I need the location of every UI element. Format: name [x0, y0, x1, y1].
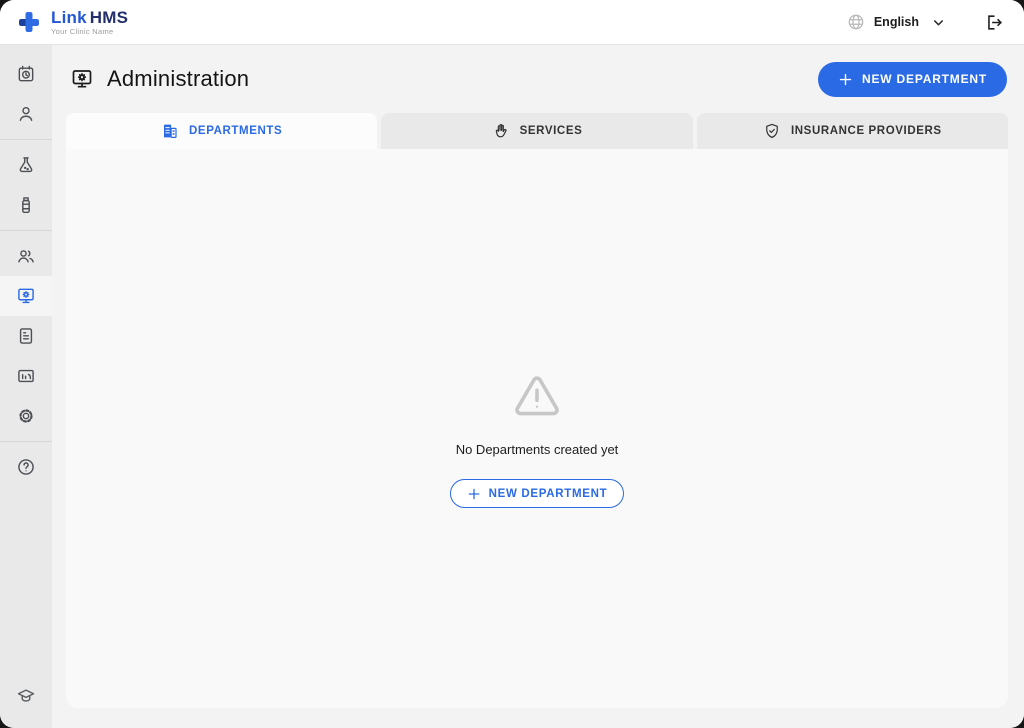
- sidebar-item-pharmacy[interactable]: [0, 185, 52, 225]
- empty-state-message: No Departments created yet: [456, 442, 619, 457]
- sidebar-item-staff[interactable]: [0, 236, 52, 276]
- language-label: English: [874, 15, 919, 29]
- brand-logo: LinkHMS Your Clinic Name: [16, 9, 128, 36]
- sidebar-spacer: [0, 487, 52, 676]
- plus-icon: [838, 72, 853, 87]
- cross-logo-icon: [16, 9, 42, 35]
- departments-icon: [161, 122, 179, 140]
- sidebar-item-appointments[interactable]: [0, 54, 52, 94]
- logout-icon[interactable]: [985, 13, 1004, 32]
- tab-label: DEPARTMENTS: [189, 125, 282, 137]
- brand-tagline: Your Clinic Name: [51, 28, 128, 36]
- tab-insurance-providers[interactable]: INSURANCE PROVIDERS: [697, 113, 1008, 149]
- sidebar-divider: [0, 230, 52, 231]
- patient-icon: [16, 104, 36, 124]
- brand-text: LinkHMS Your Clinic Name: [51, 9, 128, 36]
- tab-departments[interactable]: DEPARTMENTS: [66, 113, 377, 149]
- sidebar-item-laboratory[interactable]: [0, 145, 52, 185]
- billing-document-icon: [16, 326, 36, 346]
- reports-board-icon: [16, 366, 36, 386]
- education-cap-icon: [16, 686, 36, 706]
- shield-check-icon: [763, 122, 781, 140]
- globe-icon: [847, 13, 865, 31]
- sidebar-item-help[interactable]: [0, 447, 52, 487]
- page-header: Administration NEW DEPARTMENT: [52, 45, 1024, 113]
- page-title: Administration: [107, 66, 249, 92]
- brand-name-secondary: HMS: [90, 8, 128, 27]
- topbar: LinkHMS Your Clinic Name English: [0, 0, 1024, 45]
- settings-gear-icon: [16, 406, 36, 426]
- administration-monitor-icon: [70, 67, 94, 91]
- new-department-button[interactable]: NEW DEPARTMENT: [818, 62, 1007, 97]
- language-switcher[interactable]: English: [847, 13, 946, 31]
- empty-state: No Departments created yet NEW DEPARTMEN…: [450, 149, 625, 508]
- page-title-wrap: Administration: [70, 66, 249, 92]
- departments-panel: No Departments created yet NEW DEPARTMEN…: [66, 149, 1008, 708]
- app-body: Administration NEW DEPARTMENT: [0, 45, 1024, 728]
- help-icon: [16, 457, 36, 477]
- sidebar-item-reports[interactable]: [0, 356, 52, 396]
- sidebar-item-administration[interactable]: [0, 276, 52, 316]
- medicine-bottle-icon: [16, 195, 36, 215]
- tab-label: INSURANCE PROVIDERS: [791, 125, 942, 137]
- warning-triangle-icon: [514, 375, 560, 417]
- tab-services[interactable]: SERVICES: [381, 113, 692, 149]
- sidebar-item-education[interactable]: [0, 676, 52, 716]
- app-window: LinkHMS Your Clinic Name English: [0, 0, 1024, 728]
- topbar-actions: English: [847, 13, 1004, 32]
- empty-state-button-label: NEW DEPARTMENT: [489, 488, 608, 500]
- tab-bar: DEPARTMENTS SERVICES I: [52, 113, 1024, 149]
- empty-state-new-department-button[interactable]: NEW DEPARTMENT: [450, 479, 625, 508]
- sidebar: [0, 45, 52, 728]
- tab-label: SERVICES: [520, 125, 583, 137]
- sidebar-divider: [0, 139, 52, 140]
- sidebar-divider: [0, 441, 52, 442]
- plus-icon: [467, 487, 481, 501]
- staff-group-icon: [16, 246, 36, 266]
- sidebar-item-settings[interactable]: [0, 396, 52, 436]
- main-content: Administration NEW DEPARTMENT: [52, 45, 1024, 728]
- new-department-button-label: NEW DEPARTMENT: [862, 72, 987, 86]
- calendar-clock-icon: [16, 64, 36, 84]
- administration-monitor-icon: [16, 286, 36, 306]
- brand-name-primary: Link: [51, 8, 87, 27]
- chevron-down-icon: [931, 15, 946, 30]
- sidebar-item-billing[interactable]: [0, 316, 52, 356]
- hand-icon: [492, 122, 510, 140]
- lab-flask-icon: [16, 155, 36, 175]
- sidebar-item-patients[interactable]: [0, 94, 52, 134]
